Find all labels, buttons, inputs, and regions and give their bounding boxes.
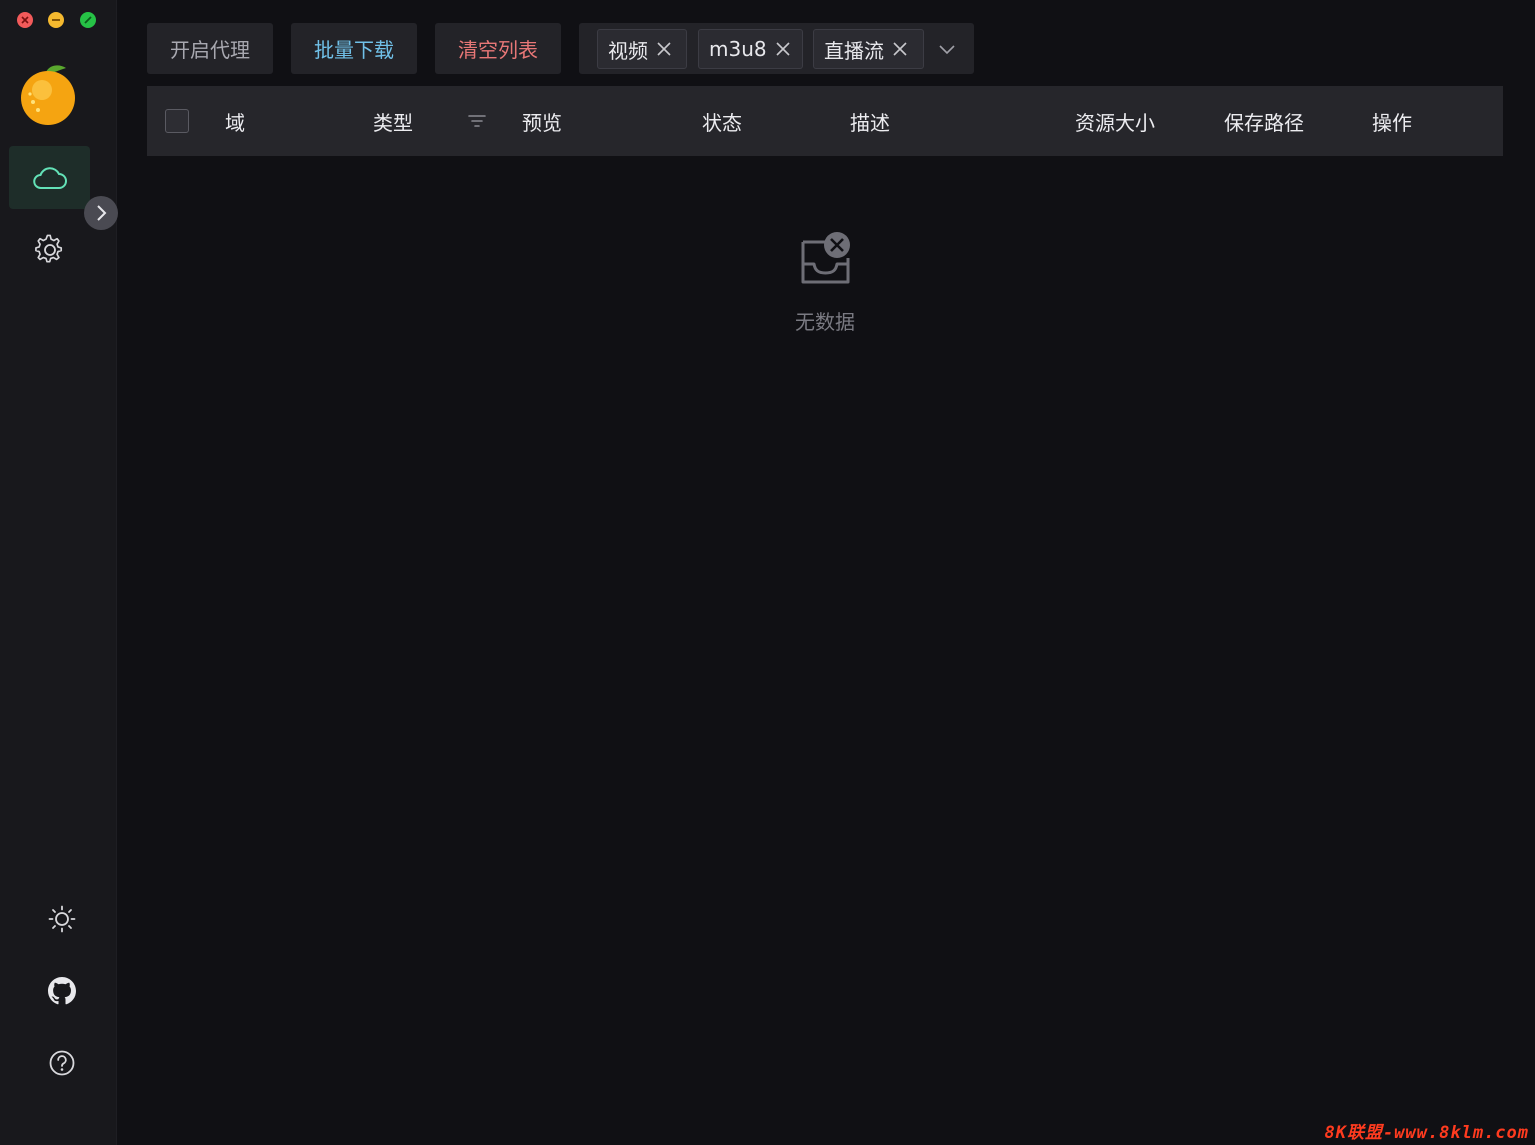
- filter-tag-label: 视频: [608, 38, 648, 63]
- filter-tag-m3u8: m3u8: [698, 29, 803, 69]
- column-type: 类型: [373, 110, 413, 135]
- clear-list-button[interactable]: 清空列表: [435, 23, 561, 74]
- github-icon: [48, 977, 76, 1005]
- sun-icon: [48, 905, 76, 933]
- filter-tag-label: m3u8: [709, 37, 767, 61]
- table-header: 域 类型 预览 状态 描述 资源大小 保存路径 操作: [147, 86, 1503, 156]
- window-close-button[interactable]: [17, 12, 33, 28]
- start-proxy-button[interactable]: 开启代理: [147, 23, 273, 74]
- window-maximize-button[interactable]: [80, 12, 96, 28]
- sidebar: [0, 0, 118, 1145]
- github-button[interactable]: [44, 973, 80, 1009]
- tag-close-icon[interactable]: [892, 41, 908, 57]
- theme-toggle-button[interactable]: [44, 901, 80, 937]
- empty-inbox-icon: [801, 232, 850, 284]
- filter-icon[interactable]: [467, 111, 487, 135]
- column-save-path: 保存路径: [1224, 110, 1304, 135]
- orange-logo-icon: [20, 62, 78, 128]
- empty-state: 无数据: [780, 230, 870, 334]
- close-icon: [21, 16, 29, 24]
- minimize-icon: [52, 19, 60, 21]
- help-button[interactable]: [44, 1045, 80, 1081]
- batch-download-button[interactable]: 批量下载: [291, 23, 417, 74]
- type-filter-select[interactable]: 视频 m3u8 直播流: [579, 23, 974, 74]
- help-icon: [49, 1050, 75, 1076]
- column-domain: 域: [225, 110, 245, 135]
- window-minimize-button[interactable]: [48, 12, 64, 28]
- column-size: 资源大小: [1075, 110, 1155, 135]
- column-actions: 操作: [1372, 110, 1412, 135]
- filter-tag-label: 直播流: [824, 38, 884, 63]
- cloud-icon: [32, 166, 67, 189]
- nav-item-resources[interactable]: [9, 146, 90, 209]
- column-status: 状态: [702, 110, 742, 135]
- maximize-icon: [84, 16, 92, 24]
- chevron-down-icon[interactable]: [935, 37, 959, 61]
- column-preview: 预览: [522, 110, 562, 135]
- nav-item-settings[interactable]: [9, 218, 90, 281]
- filter-tag-video: 视频: [597, 29, 687, 69]
- select-all-checkbox[interactable]: [165, 109, 189, 133]
- column-description: 描述: [850, 110, 890, 135]
- tag-close-icon[interactable]: [775, 41, 791, 57]
- chevron-right-icon: [97, 205, 107, 221]
- tag-close-icon[interactable]: [656, 41, 672, 57]
- filter-tag-live-stream: 直播流: [813, 29, 924, 69]
- empty-state-text: 无数据: [795, 310, 855, 334]
- watermark: 8K联盟-www.8klm.com: [1324, 1123, 1529, 1143]
- gear-icon: [34, 234, 62, 263]
